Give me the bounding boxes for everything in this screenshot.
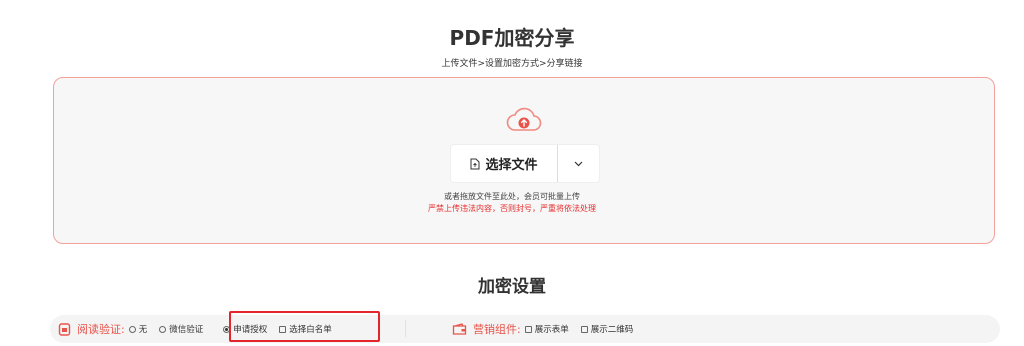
select-file-button[interactable]: 选择文件 (451, 145, 558, 182)
upload-warning: 严禁上传违法内容，否则封号，严重将依法处理 (428, 204, 596, 213)
marketing-option-form[interactable]: 展示表单 (524, 323, 569, 335)
radio-wechat[interactable] (159, 325, 167, 333)
chevron-down-icon (574, 161, 583, 166)
divider (405, 320, 406, 337)
highlight-box (229, 311, 380, 342)
checkbox-qrcode[interactable] (580, 325, 588, 333)
cloud-upload-icon (506, 107, 542, 131)
marketing-option-qrcode[interactable]: 展示二维码 (580, 323, 633, 335)
phone-lock-icon (58, 322, 71, 336)
marketing-label: 营销组件: (473, 323, 521, 336)
steps-breadcrumb: 上传文件>设置加密方式>分享链接 (441, 59, 583, 69)
select-file-label: 选择文件 (485, 158, 538, 173)
wallet-icon (452, 323, 467, 335)
page-title: PDF加密分享 (449, 26, 575, 50)
read-verify-option-none[interactable]: 无 (128, 323, 147, 335)
settings-title: 加密设置 (478, 277, 546, 297)
upload-options-dropdown[interactable] (558, 145, 599, 182)
read-verify-label: 阅读验证: (77, 323, 125, 336)
marketing-group: 营销组件: 展示表单 展示二维码 (452, 315, 645, 343)
read-verify-option-wechat[interactable]: 微信验证 (159, 323, 203, 335)
file-icon (470, 158, 480, 170)
select-file-button-group: 选择文件 (451, 145, 599, 182)
radio-none[interactable] (128, 325, 136, 333)
upload-hint: 或者拖放文件至此处，会员可批量上传 (444, 192, 580, 201)
checkbox-form[interactable] (524, 325, 532, 333)
